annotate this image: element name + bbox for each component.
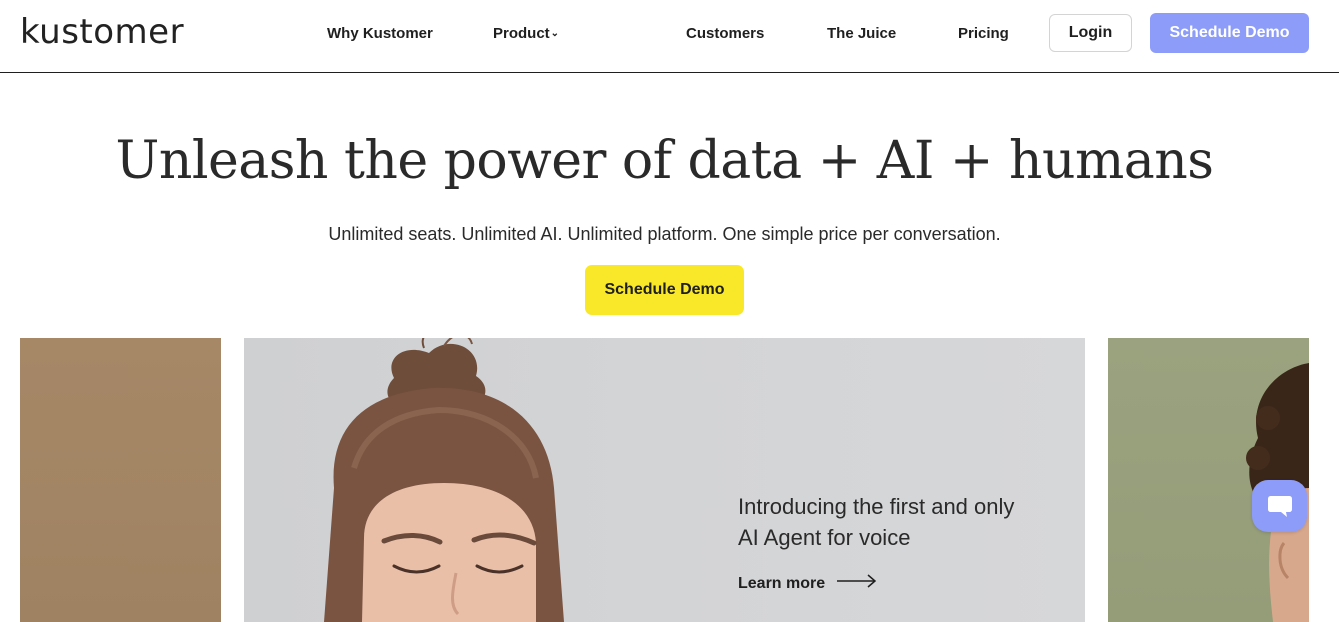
nav-product-label: Product [493,25,550,42]
arrow-right-icon [837,574,877,593]
left-image-card [20,338,221,622]
learn-more-label: Learn more [738,574,826,592]
hero-schedule-demo-button[interactable]: Schedule Demo [585,265,744,315]
login-button[interactable]: Login [1049,14,1132,52]
header-schedule-demo-button[interactable]: Schedule Demo [1150,13,1309,53]
nav-customers[interactable]: Customers [686,24,764,44]
chat-launcher-button[interactable] [1252,480,1307,532]
promo-heading-line1: Introducing the first and only [738,494,1015,519]
woman-portrait-image [324,338,564,622]
nav-pricing[interactable]: Pricing [958,24,1009,44]
site-header: kustomer Why Kustomer Product⌄ Customers… [0,0,1339,73]
promo-heading: Introducing the first and only AI Agent … [738,491,1058,553]
nav-product[interactable]: Product⌄ [493,24,559,44]
learn-more-link[interactable]: Learn more [738,574,877,593]
hero-subtitle: Unlimited seats. Unlimited AI. Unlimited… [328,224,1001,244]
hero-title: Unleash the power of data + AI + humans [115,131,1214,191]
chevron-down-icon: ⌄ [550,28,560,39]
chat-bubble-icon [1267,496,1292,517]
kustomer-logo[interactable]: kustomer [20,12,184,52]
nav-why-kustomer[interactable]: Why Kustomer [327,24,433,44]
promo-image-card: Introducing the first and only AI Agent … [244,338,1085,622]
promo-heading-line2: AI Agent for voice [738,525,911,550]
nav-the-juice[interactable]: The Juice [827,24,896,44]
